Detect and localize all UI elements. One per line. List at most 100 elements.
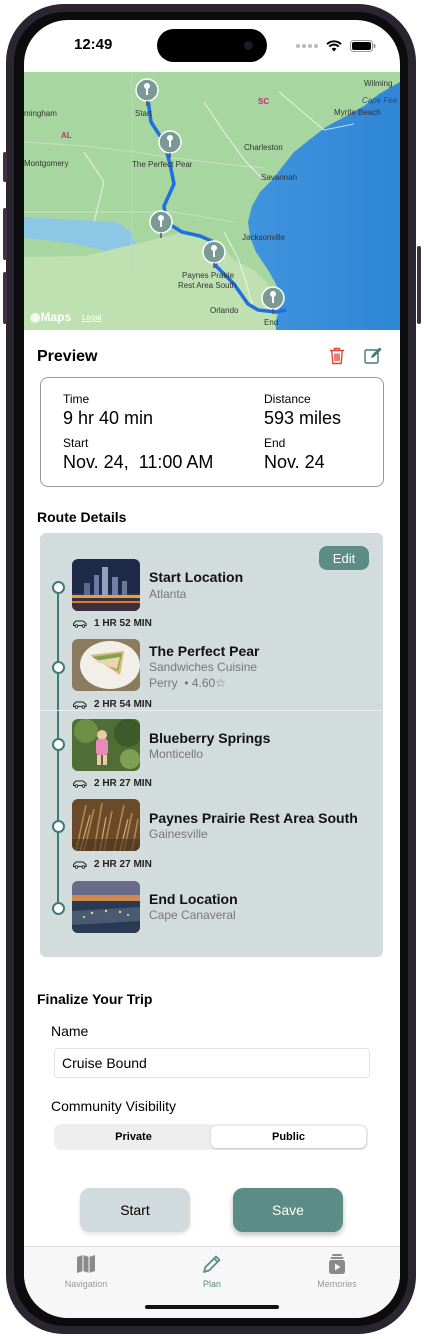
cellular-signal-icon <box>296 44 318 48</box>
stop-thumbnail-paynes-prairie[interactable] <box>72 799 140 851</box>
map-label-al: AL <box>61 131 72 140</box>
visibility-option-private[interactable]: Private <box>56 1126 211 1148</box>
map-label-start: Start <box>135 109 153 118</box>
timeline-node <box>52 661 65 674</box>
car-icon <box>73 701 87 709</box>
stop-thumbnail-atlanta[interactable] <box>72 559 140 611</box>
tab-label: Memories <box>317 1279 357 1289</box>
stop-name[interactable]: Blueberry Springs <box>149 730 270 746</box>
stop-rating: Perry • 4.60☆ <box>149 676 226 690</box>
maps-brand-text: Maps <box>40 310 72 324</box>
name-label: Name <box>51 1023 89 1039</box>
start-trip-button[interactable]: Start <box>80 1188 190 1232</box>
visibility-option-public[interactable]: Public <box>211 1126 366 1148</box>
map-label-birmingham: mingham <box>24 109 57 118</box>
phone-side-button <box>417 246 421 324</box>
phone-side-button <box>3 152 7 182</box>
car-icon <box>73 861 87 869</box>
tab-memories[interactable]: Memories <box>287 1253 387 1289</box>
route-map[interactable]: Wilming mingham SC Cape Fea Myrtle Beach… <box>24 72 400 330</box>
tab-label: Navigation <box>64 1279 108 1289</box>
map-label-paynes-prairie: Paynes Prairie <box>182 271 235 280</box>
memories-icon <box>329 1254 345 1274</box>
stop-cuisine: Sandwiches Cuisine <box>149 660 258 674</box>
dynamic-island <box>157 29 267 62</box>
drive-time: 2 HR 27 MIN <box>94 778 152 789</box>
end-label: End <box>264 436 286 450</box>
stop-name[interactable]: Start Location <box>149 569 243 585</box>
edit-route-button[interactable]: Edit <box>319 546 369 570</box>
maps-logo: ◉Maps <box>30 310 71 324</box>
map-label-rest-area-south: Rest Area South <box>178 281 236 290</box>
battery-icon <box>350 40 376 52</box>
edit-note-icon[interactable] <box>362 345 384 367</box>
tab-label: Plan <box>202 1279 221 1289</box>
stop-city: Cape Canaveral <box>149 908 236 922</box>
stop-name[interactable]: The Perfect Pear <box>149 643 260 659</box>
start-value: Nov. 24, 11:00 AM <box>63 452 214 472</box>
timeline-node <box>52 820 65 833</box>
status-bar: 12:49 <box>24 20 400 72</box>
save-trip-button[interactable]: Save <box>233 1188 343 1232</box>
trip-name-input[interactable] <box>55 1049 369 1077</box>
trash-icon[interactable] <box>326 345 348 367</box>
end-value: Nov. 24 <box>264 452 325 472</box>
map-label-end: End <box>264 318 278 327</box>
status-time: 12:49 <box>74 36 113 53</box>
map-icon <box>77 1255 95 1273</box>
stop-thumbnail-perfect-pear[interactable] <box>72 639 140 691</box>
drive-time: 1 HR 52 MIN <box>94 618 152 629</box>
distance-label: Distance <box>264 392 311 406</box>
preview-card: Time 9 hr 40 min Distance 593 miles Star… <box>40 377 384 487</box>
map-label-orlando: Orlando <box>210 306 239 315</box>
drive-time: 2 HR 54 MIN <box>94 699 152 710</box>
trip-name-field[interactable] <box>54 1048 370 1078</box>
stop-name[interactable]: Paynes Prairie Rest Area South <box>149 810 358 826</box>
start-label: Start <box>63 436 89 450</box>
map-label-perfect-pear: The Perfect Pear <box>132 160 193 169</box>
phone-side-button <box>3 272 7 324</box>
map-label-myrtle-beach: Myrtle Beach <box>334 108 381 117</box>
car-icon <box>73 620 87 628</box>
time-value: 9 hr 40 min <box>63 408 154 428</box>
pencil-icon <box>203 1255 221 1273</box>
timeline-node <box>52 902 65 915</box>
community-visibility-label: Community Visibility <box>51 1098 176 1114</box>
drive-time-row: 2 HR 27 MIN <box>72 778 152 789</box>
stop-name[interactable]: End Location <box>149 891 238 907</box>
stop-thumbnail-blueberry-springs[interactable] <box>72 719 140 771</box>
map-label-montgomery: Montgomery <box>24 159 68 168</box>
timeline-node <box>52 738 65 751</box>
home-indicator <box>145 1305 279 1309</box>
phone-side-button <box>3 208 7 260</box>
stop-city: Gainesville <box>149 827 208 841</box>
drive-time-row: 1 HR 52 MIN <box>72 618 152 629</box>
drive-time: 2 HR 27 MIN <box>94 859 152 870</box>
route-details-title: Route Details <box>37 509 127 525</box>
drive-time-row: 2 HR 54 MIN <box>72 699 152 710</box>
divider <box>40 710 383 711</box>
finalize-title: Finalize Your Trip <box>37 991 153 1007</box>
tab-plan[interactable]: Plan <box>162 1253 262 1289</box>
map-label-wilmington: Wilming <box>364 79 392 88</box>
map-label-savannah: Savannah <box>261 173 297 182</box>
status-icons <box>296 39 376 53</box>
map-label-sc: SC <box>258 97 269 106</box>
route-card: Edit Start Location Atlanta 1 HR 52 MIN … <box>40 533 383 957</box>
wifi-icon <box>326 40 342 52</box>
distance-value: 593 miles <box>264 408 342 428</box>
car-icon <box>73 780 87 788</box>
stop-thumbnail-cape-canaveral[interactable] <box>72 881 140 933</box>
map-label-jacksonville: Jacksonville <box>242 233 286 242</box>
maps-legal-link[interactable]: Legal <box>82 313 102 322</box>
map-label-charleston: Charleston <box>244 143 283 152</box>
stop-city: Monticello <box>149 747 204 761</box>
visibility-segmented-control[interactable]: Private Public <box>54 1124 368 1150</box>
time-label: Time <box>63 392 90 406</box>
stop-city: Atlanta <box>149 587 187 601</box>
camera-icon <box>244 41 253 50</box>
apple-logo-icon: ◉ <box>30 310 41 324</box>
tab-navigation[interactable]: Navigation <box>36 1253 136 1289</box>
screen: 12:49 Wilming mingham SC Cape Fea Myrtle… <box>24 20 400 1318</box>
drive-time-row: 2 HR 27 MIN <box>72 859 152 870</box>
